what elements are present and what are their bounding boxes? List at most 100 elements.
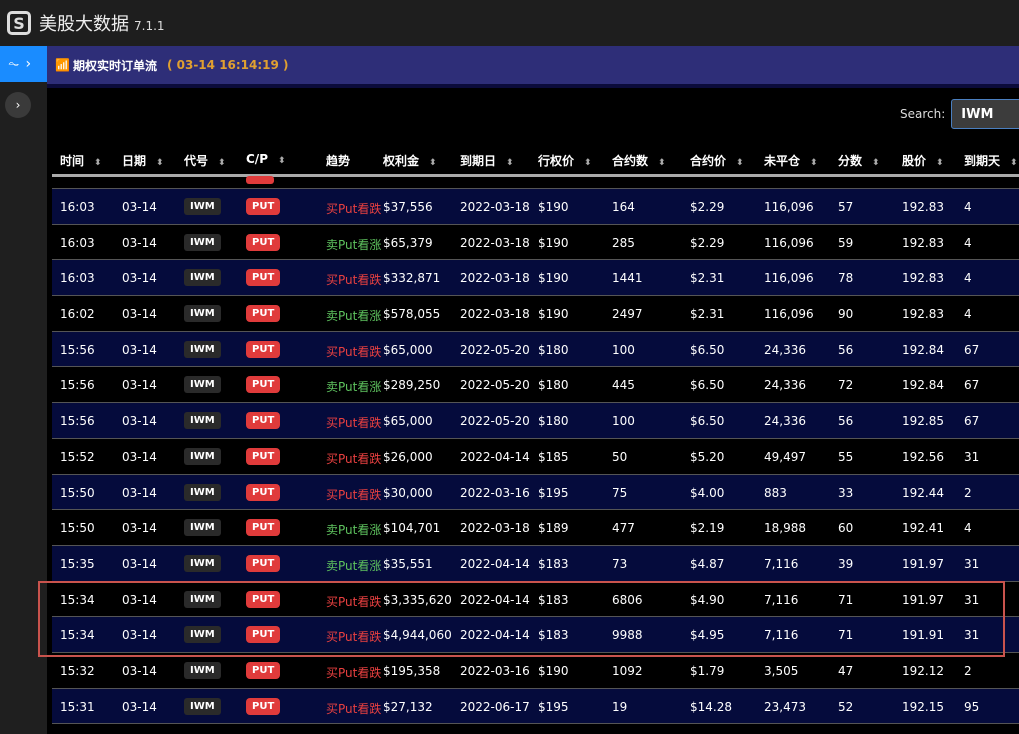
table-cell: 24,336 — [764, 414, 806, 429]
table-cell: 477 — [612, 521, 635, 536]
table-cell: $4.90 — [690, 592, 725, 607]
table-cell: $2.31 — [690, 307, 725, 322]
column-label: 到期天 — [964, 154, 1001, 168]
table-cell: $183 — [538, 592, 569, 607]
table-row[interactable]: 16:03 03-14 IWM PUT 买Put看跌 $332,871 2022-03-18… — [52, 260, 1019, 297]
table-cell: $2.29 — [690, 200, 725, 214]
column-header[interactable]: 权利金 ⬍ — [383, 152, 437, 169]
table-row[interactable]: 15:50 03-14 IWM PUT 卖Put看涨 $104,701 2022-03-18… — [52, 510, 1019, 546]
table-cell: 31 — [964, 592, 980, 607]
sort-icon: ⬍ — [156, 158, 164, 168]
table-cell: 56 — [838, 414, 854, 429]
table-row[interactable]: 15:56 03-14 IWM PUT 买Put看跌 $65,000 2022-05-20 $… — [52, 331, 1019, 368]
table-cell: $190 — [538, 307, 569, 322]
table-row[interactable]: 16:02 03-14 IWM PUT 卖Put看涨 $578,055 2022-03-18… — [52, 296, 1019, 332]
table-cell: $195 — [538, 485, 569, 500]
table-cell: 2022-05-20 — [460, 414, 530, 429]
table-cell: 1092 — [612, 663, 643, 678]
table-header: 时间 ⬍ 日期 ⬍ 代号 ⬍ C/P ⬍ 趋势 权利金 ⬍ 到期日 ⬍ 行权价 ⬍ 合约数 ⬍ 合约价 ⬍ 未平仓 ⬍ 分… — [52, 144, 1019, 177]
sidebar: ⏦ › › — [0, 46, 47, 734]
table-cell: 买Put看跌 — [326, 630, 382, 645]
expand-sidebar-button[interactable]: › — [5, 92, 31, 118]
table-cell: 4 — [964, 200, 972, 214]
table-cell: 买Put看跌 — [326, 451, 382, 466]
update-timestamp: ( 03-14 16:14:19 ) — [166, 58, 289, 72]
table-row[interactable]: 16:03 03-14 IWM PUT 买Put看跌 $37,556 2022-03-18 $… — [52, 189, 1019, 225]
table-row[interactable]: 15:34 03-14 IWM PUT 买Put看跌 $4,944,060 2022-04-… — [52, 617, 1019, 653]
table-cell: 78 — [838, 271, 854, 286]
ticker-badge: IWM — [184, 305, 221, 323]
table-row[interactable]: 16:03 03-14 IWM PUT 卖Put看涨 $65,379 2022-03-18 $… — [52, 225, 1019, 261]
column-header[interactable]: 行权价 ⬍ — [538, 152, 592, 169]
column-label: 权利金 — [383, 154, 420, 168]
table-cell: $332,871 — [383, 271, 441, 286]
sidebar-item-orderflow[interactable]: ⏦ › — [0, 46, 47, 82]
table-cell: 2022-04-14 — [460, 628, 530, 643]
table-cell: 192.83 — [902, 271, 944, 286]
column-header[interactable]: 代号 ⬍ — [184, 152, 226, 169]
table-cell: 买Put看跌 — [326, 701, 382, 716]
table-cell: $5.20 — [690, 449, 725, 464]
ticker-badge: IWM — [184, 697, 221, 715]
table-cell: 2022-03-18 — [460, 307, 530, 322]
put-badge: PUT — [246, 233, 281, 251]
table-cell: 192.84 — [902, 342, 944, 357]
table-cell: 15:34 — [60, 592, 95, 607]
table-row[interactable]: 15:50 03-14 IWM PUT 买Put看跌 $30,000 2022-03-16 $… — [52, 474, 1019, 511]
column-header[interactable]: C/P ⬍ — [246, 152, 286, 166]
column-header[interactable]: 合约价 ⬍ — [690, 152, 744, 169]
table-row[interactable]: 15:34 03-14 IWM PUT 买Put看跌 $3,335,620 2022-04-… — [52, 582, 1019, 618]
column-header[interactable]: 趋势 — [326, 152, 350, 169]
table-row[interactable]: 15:56 03-14 IWM PUT 卖Put看涨 $289,250 2022-05-20… — [52, 367, 1019, 404]
column-header[interactable]: 股价 ⬍ — [902, 152, 944, 169]
table-cell: 24,336 — [764, 378, 806, 393]
table-cell: $26,000 — [383, 449, 433, 464]
table-row[interactable]: 15:32 03-14 IWM PUT 买Put看跌 $195,358 2022-03-16… — [52, 653, 1019, 689]
table-cell: 191.91 — [902, 628, 944, 643]
table-cell: $104,701 — [383, 521, 441, 536]
table-cell: 57 — [838, 200, 854, 214]
put-badge: PUT — [246, 198, 281, 215]
table-cell: 03-14 — [122, 485, 157, 500]
column-header[interactable]: 到期日 ⬍ — [460, 152, 514, 169]
put-badge: PUT — [246, 661, 281, 679]
table-cell: 2022-06-17 — [460, 699, 530, 714]
column-header[interactable]: 到期天 ⬍ — [964, 152, 1018, 169]
table-cell: 2022-03-18 — [460, 521, 530, 536]
column-header[interactable]: 时间 ⬍ — [60, 152, 102, 169]
table-cell: $1.79 — [690, 663, 725, 678]
table-cell: 卖Put看涨 — [326, 237, 382, 252]
search-input[interactable] — [951, 99, 1019, 129]
table-row[interactable]: 15:52 03-14 IWM PUT 买Put看跌 $26,000 2022-04-14 $… — [52, 439, 1019, 475]
table-cell: 15:56 — [60, 342, 95, 357]
table-cell: 192.41 — [902, 521, 944, 536]
table-cell: 191.97 — [902, 556, 944, 571]
table-cell: $190 — [538, 271, 569, 286]
table-row[interactable]: 15:35 03-14 IWM PUT 卖Put看涨 $35,551 2022-04-14 $… — [52, 545, 1019, 582]
table-cell: 4 — [964, 271, 972, 286]
table-cell: 买Put看跌 — [326, 665, 382, 680]
table-cell: 9988 — [612, 628, 643, 643]
table-cell: 49,497 — [764, 449, 806, 464]
table-cell: 192.56 — [902, 449, 944, 464]
table-cell: 164 — [612, 200, 635, 214]
ticker-badge: IWM — [184, 412, 221, 430]
table-cell: 16:02 — [60, 307, 95, 322]
table-cell: 285 — [612, 235, 635, 250]
table-row[interactable]: 15:31 03-14 IWM PUT 买Put看跌 $27,132 2022-06-17 $… — [52, 688, 1019, 725]
table-cell: $189 — [538, 521, 569, 536]
table-cell: 2022-03-18 — [460, 200, 530, 214]
column-label: 未平仓 — [764, 154, 801, 168]
table-cell: $190 — [538, 200, 569, 214]
column-header[interactable]: 分数 ⬍ — [838, 152, 880, 169]
table-cell: 03-14 — [122, 663, 157, 678]
column-label: C/P — [246, 152, 268, 166]
table-cell: 2022-03-16 — [460, 485, 530, 500]
column-header[interactable]: 合约数 ⬍ — [612, 152, 666, 169]
column-header[interactable]: 日期 ⬍ — [122, 152, 164, 169]
column-header[interactable]: 未平仓 ⬍ — [764, 152, 818, 169]
sort-icon: ⬍ — [1010, 158, 1018, 168]
table-row[interactable]: 15:56 03-14 IWM PUT 买Put看跌 $65,000 2022-05-20 $… — [52, 403, 1019, 439]
table-cell: $195,358 — [383, 663, 441, 678]
table-cell: $183 — [538, 628, 569, 643]
